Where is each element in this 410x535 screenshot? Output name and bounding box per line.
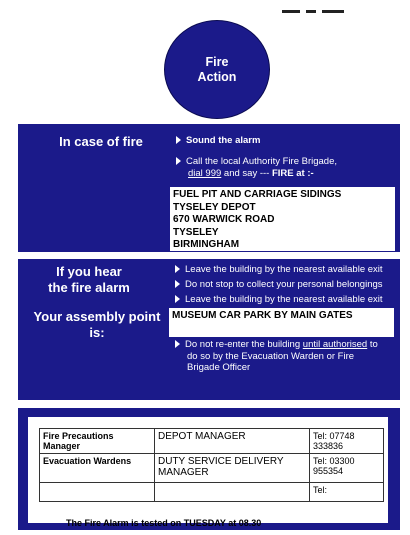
call-brigade-bullet: Call the local Authority Fire Brigade, d… <box>176 156 337 179</box>
table-row: Tel: <box>39 482 384 502</box>
responsibilities-panel: Fire Precautions Manager DEPOT MANAGER T… <box>18 408 400 530</box>
responsibilities-card: Fire Precautions Manager DEPOT MANAGER T… <box>28 417 388 528</box>
triangle-bullet-icon <box>175 295 180 303</box>
tel-cell: Tel: <box>309 482 384 502</box>
responsibilities-table: Fire Precautions Manager DEPOT MANAGER T… <box>39 428 384 502</box>
table-row: Fire Precautions Manager DEPOT MANAGER T… <box>39 428 384 454</box>
role-cell <box>39 482 155 502</box>
role-cell: Fire Precautions Manager <box>39 428 155 454</box>
address-line: TYSELEY <box>173 226 219 238</box>
fire-address-box: FUEL PIT AND CARRIAGE SIDINGS TYSELEY DE… <box>170 187 395 251</box>
do-not-reenter-bullet: Do not re-enter the building until autho… <box>175 339 378 374</box>
in-case-of-fire-panel: In case of fire Sound the alarm Call the… <box>18 124 400 252</box>
fire-alarm-panel: If you hear the fire alarm Your assembly… <box>18 259 400 400</box>
name-cell <box>154 482 310 502</box>
dial-999: dial 999 <box>188 167 222 179</box>
address-line: 670 WARWICK ROAD <box>173 214 275 225</box>
triangle-bullet-icon <box>176 136 181 144</box>
circle-line2: Action <box>197 69 237 84</box>
assembly-point-box: MUSEUM CAR PARK BY MAIN GATES <box>169 308 394 337</box>
in-case-of-fire-heading: In case of fire <box>59 134 143 149</box>
name-cell: DEPOT MANAGER <box>154 428 310 454</box>
assembly-point-heading: Your assembly point is: <box>33 309 161 340</box>
name-cell: DUTY SERVICE DELIVERY MANAGER <box>154 453 310 483</box>
circle-line1: Fire <box>205 54 229 69</box>
triangle-bullet-icon <box>175 340 180 348</box>
address-line: FUEL PIT AND CARRIAGE SIDINGS <box>173 189 342 200</box>
sound-alarm-bullet: Sound the alarm <box>176 135 260 147</box>
alarm-test-note: The Fire Alarm is tested on TUESDAY at 0… <box>66 518 262 528</box>
tel-cell: Tel: 03300 955354 <box>309 453 384 483</box>
header-mark <box>282 0 392 13</box>
leave-building-bullet: Leave the building by the nearest availa… <box>175 264 383 276</box>
leave-building-bullet-2: Leave the building by the nearest availa… <box>175 294 383 306</box>
table-row: Evacuation Wardens DUTY SERVICE DELIVERY… <box>39 453 384 483</box>
if-you-hear-heading: If you hear the fire alarm <box>48 264 130 295</box>
tel-cell: Tel: 07748 333836 <box>309 428 384 454</box>
address-line: BIRMINGHAM <box>173 239 240 250</box>
belongings-bullet: Do not stop to collect your personal bel… <box>175 279 383 291</box>
triangle-bullet-icon <box>175 265 180 273</box>
triangle-bullet-icon <box>175 280 180 288</box>
address-line: TYSELEY DEPOT <box>173 201 256 213</box>
role-cell: Evacuation Wardens <box>39 453 155 483</box>
triangle-bullet-icon <box>176 157 181 165</box>
fire-action-circle: Fire Action <box>164 20 270 119</box>
assembly-point-value: MUSEUM CAR PARK BY MAIN GATES <box>172 310 353 321</box>
